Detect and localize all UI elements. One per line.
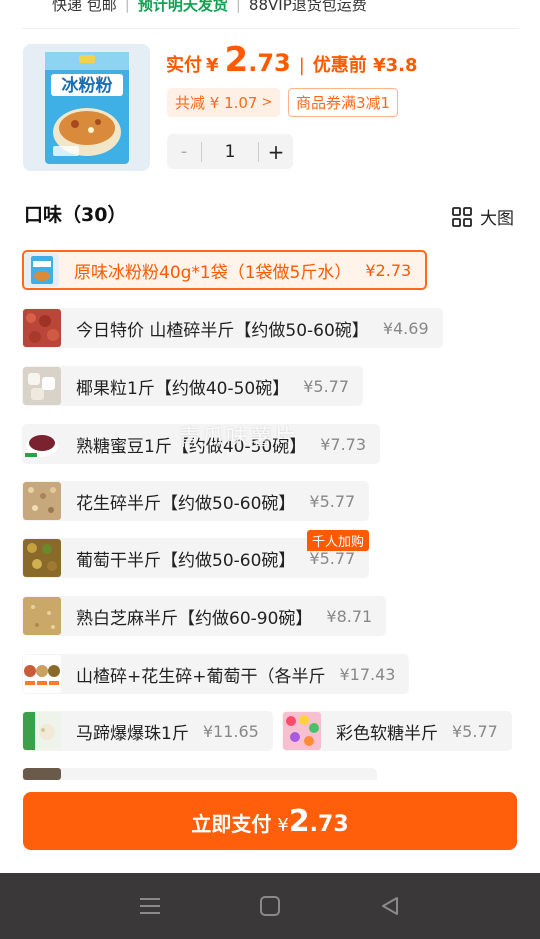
pay-now-amount-dec: .73 [309,812,349,837]
delivery-estimate: 预计明天发货 [137,0,228,14]
quantity-stepper: - 1 + [167,134,293,169]
flavor-option[interactable]: 彩色软糖半斤 ¥5.77 [282,711,512,751]
pay-label: 实付 [166,55,202,76]
increase-button[interactable]: + [259,140,293,164]
option-price: ¥8.71 [326,606,373,626]
back-icon[interactable] [379,895,401,917]
option-thumbnail [23,482,61,520]
pay-now-amount-int: 2 [288,804,310,839]
flavor-option[interactable]: 原味冰粉粉40g*1袋（1袋做5斤水） ¥2.73 [22,250,428,290]
option-price: ¥5.77 [309,548,356,568]
option-name: 彩色软糖半斤 [336,723,438,744]
option-thumbnail [25,253,59,287]
grid-icon [452,206,472,227]
option-price: ¥17.43 [339,664,396,684]
pay-now-button[interactable]: 立即支付 ¥ 2 .73 [23,792,517,850]
pay-amount-int: 2 [224,40,249,80]
product-image[interactable]: 冰粉粉 [23,44,150,171]
pay-now-label: 立即支付 [191,812,272,836]
price-summary: 实付 ¥ 2 .73 | 优惠前 ¥3.8 [166,40,417,86]
option-name: 马蹄爆爆珠1斤 [76,723,189,744]
pay-amount-dec: .73 [248,49,291,77]
flavor-option[interactable]: 熟糖蜜豆1斤【约做40-50碗】 ¥7.73 [22,424,381,464]
menu-icon[interactable] [139,896,161,916]
coupon-text: 商品券满3减1 [296,94,391,112]
option-price: ¥5.77 [452,721,498,741]
option-thumbnail [23,712,61,750]
currency-symbol: ¥ [206,55,219,76]
option-thumbnail [23,309,61,347]
decrease-button[interactable]: - [167,141,201,162]
divider: | [235,0,241,13]
flavor-section-title: 口味（30） [24,204,127,226]
option-name: 熟糖蜜豆1斤【约做40-50碗】 [76,436,307,457]
divider: | [298,55,305,76]
saving-chip[interactable]: 共减 ¥ 1.07 > [167,88,281,117]
flavor-option[interactable]: 今日特价 山楂碎半斤【约做50-60碗】 ¥4.69 [22,308,443,348]
option-price: ¥4.69 [382,318,429,338]
option-name: 山楂碎+花生碎+葡萄干（各半斤 [76,666,326,687]
saving-text: 共减 ¥ 1.07 [175,94,258,112]
option-name: 葡萄干半斤【约做50-60碗】 [76,550,296,571]
home-icon[interactable] [259,895,281,917]
flavor-option[interactable]: 椰果粒1斤【约做40-50碗】 ¥5.77 [22,366,364,406]
option-price: ¥7.73 [320,434,367,454]
option-thumbnail [23,425,61,463]
option-name: 花生碎半斤【约做50-60碗】 [76,493,296,514]
option-price: ¥11.65 [202,721,259,741]
option-name: 原味冰粉粉40g*1袋（1袋做5斤水） [74,262,352,283]
option-price: ¥2.73 [365,260,412,280]
vip-return-info: 88VIP退货包运费 [248,0,367,14]
flavor-option-partial[interactable] [22,768,377,780]
option-thumbnail [23,655,61,693]
pre-discount-price: 优惠前 ¥3.8 [312,55,418,76]
popular-badge: 千人加购 [307,530,370,551]
shipping-express: 快递 包邮 [52,0,117,14]
option-price: ¥5.77 [303,376,350,396]
chevron-right-icon: > [261,95,273,110]
option-name: 椰果粒1斤【约做40-50碗】 [76,378,290,399]
big-view-label: 大图 [480,209,514,229]
option-thumbnail [23,768,61,780]
divider [22,28,518,29]
big-view-toggle[interactable]: 大图 [452,204,514,229]
system-nav-bar [0,873,540,939]
option-thumbnail [23,597,61,635]
flavor-option[interactable]: 花生碎半斤【约做50-60碗】 ¥5.77 [22,481,370,521]
checkout-page: 快递 包邮 | 预计明天发货 | 88VIP退货包运费 冰粉粉 实付 ¥ 2 .… [0,0,540,939]
option-name: 熟白芝麻半斤【约做60-90碗】 [76,608,313,629]
option-thumbnail [23,367,61,405]
shipping-info: 快递 包邮 | 预计明天发货 | 88VIP退货包运费 [52,0,367,16]
quantity-value[interactable]: 1 [201,141,259,162]
option-thumbnail [23,539,61,577]
svg-text:冰粉粉: 冰粉粉 [62,75,113,96]
option-thumbnail [283,712,321,750]
flavor-option[interactable]: 熟白芝麻半斤【约做60-90碗】 ¥8.71 [22,596,387,636]
coupon-chip[interactable]: 商品券满3减1 [288,88,399,117]
currency-symbol: ¥ [277,815,289,836]
option-price: ¥5.77 [309,491,356,511]
option-name: 今日特价 山楂碎半斤【约做50-60碗】 [76,320,369,341]
flavor-option[interactable]: 山楂碎+花生碎+葡萄干（各半斤 ¥17.43 [22,654,410,694]
flavor-option[interactable]: 马蹄爆爆珠1斤 ¥11.65 [22,711,273,751]
divider: | [124,0,130,13]
